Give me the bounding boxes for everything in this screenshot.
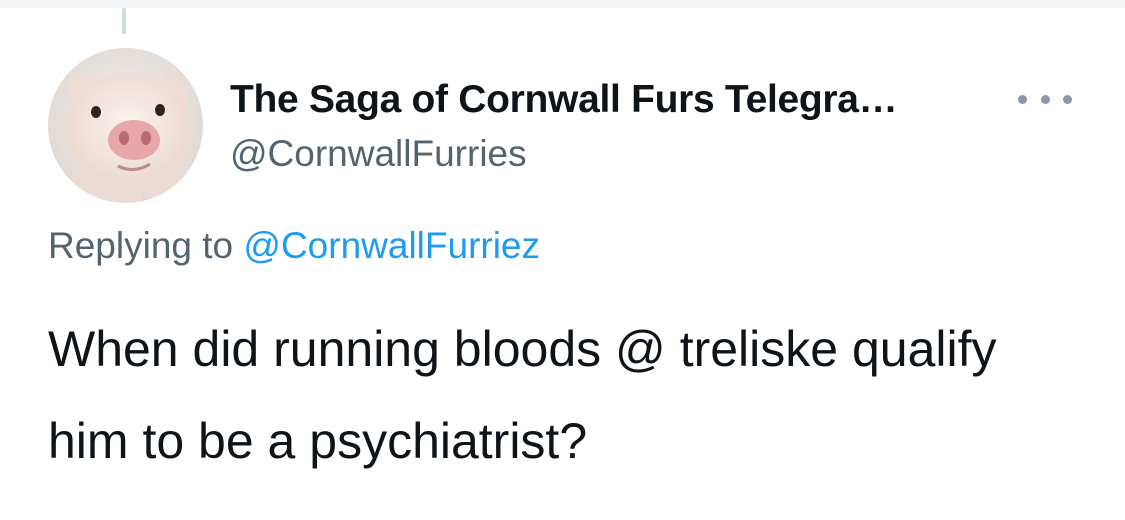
more-horizontal-icon-dot-1 [1018,94,1027,104]
pig-avatar-icon [48,48,203,203]
top-divider-strip [0,0,1125,8]
tweet-text: When did running bloods @ treliske quali… [48,321,997,469]
thread-connector-line [122,8,126,34]
more-horizontal-icon-dot-3 [1063,94,1072,104]
more-options-button[interactable] [1018,92,1072,106]
reply-mention-link[interactable]: @CornwallFurriez [243,225,540,266]
replying-to-line: Replying to @CornwallFurriez [48,225,540,267]
avatar[interactable] [48,48,203,203]
author-handle[interactable]: @CornwallFurries [230,133,527,175]
more-horizontal-icon-dot-2 [1040,94,1050,104]
author-display-name[interactable]: The Saga of Cornwall Furs Telegra… [230,78,898,122]
replying-to-prefix: Replying to [48,225,234,266]
